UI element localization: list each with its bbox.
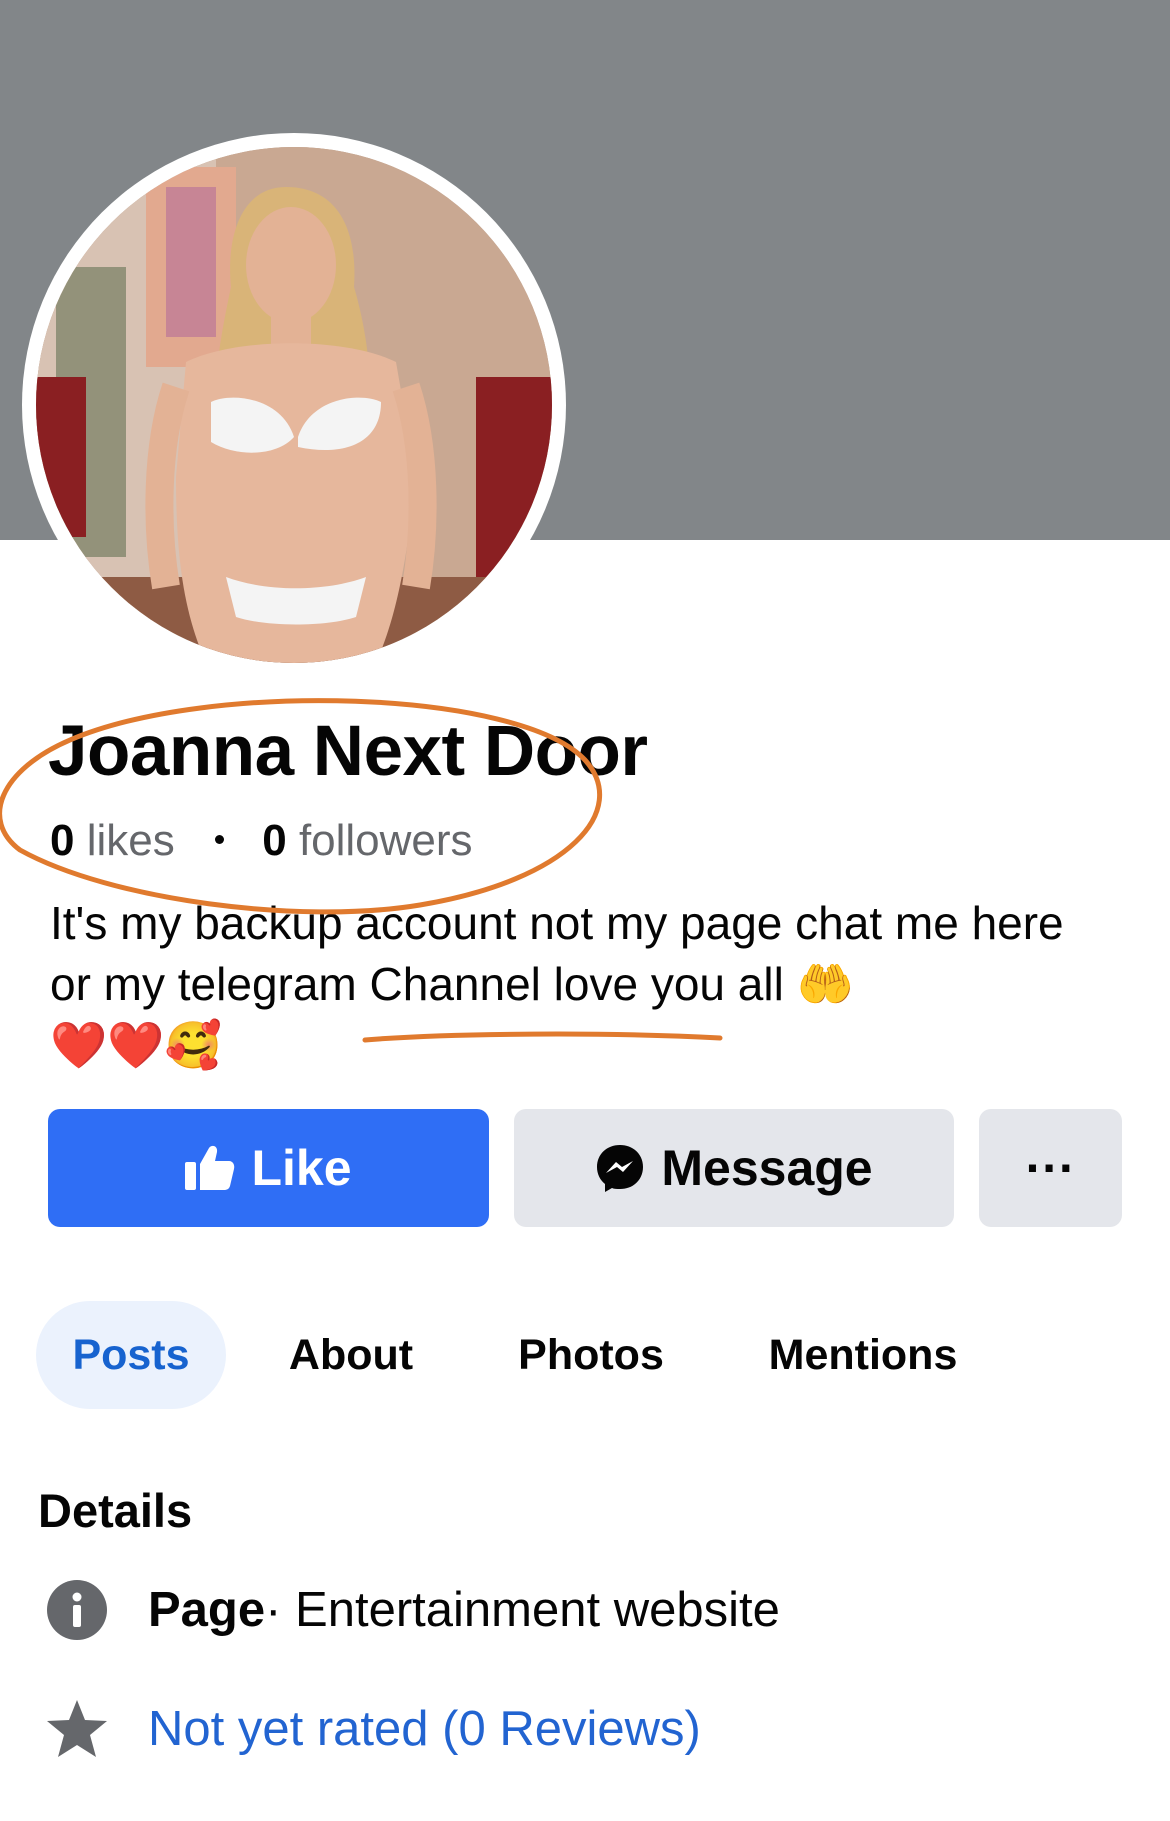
page-bio: It's my backup account not my page chat … xyxy=(50,893,1090,1076)
like-button[interactable]: Like xyxy=(48,1109,489,1227)
bio-text: It's my backup account not my page chat … xyxy=(50,897,1064,1010)
category-type: Page xyxy=(148,1583,266,1637)
followers-count: 0 xyxy=(262,816,287,865)
ellipsis-icon: ··· xyxy=(1025,1140,1076,1196)
message-label: Message xyxy=(661,1140,873,1196)
message-button[interactable]: Message xyxy=(514,1109,954,1227)
messenger-icon xyxy=(595,1143,645,1193)
detail-category: Page · Entertainment website xyxy=(46,1578,780,1642)
page-stats: 0 likes 0 followers xyxy=(50,815,473,867)
page-title: Joanna Next Door xyxy=(48,712,648,791)
likes-count: 0 xyxy=(50,816,75,865)
followers-label[interactable]: followers xyxy=(299,816,473,865)
thumbs-up-icon xyxy=(185,1144,235,1192)
more-options-button[interactable]: ··· xyxy=(979,1109,1122,1227)
category-name: · Entertainment website xyxy=(265,1583,780,1637)
detail-rating[interactable]: Not yet rated (0 Reviews) xyxy=(46,1697,701,1761)
bio-emojis: ❤️❤️🥰 xyxy=(50,1019,222,1071)
profile-photo-illustration xyxy=(36,147,552,663)
profile-picture[interactable] xyxy=(22,133,566,677)
info-icon xyxy=(46,1579,108,1641)
tab-about[interactable]: About xyxy=(266,1301,436,1409)
page-tabs: Posts About Photos Mentions xyxy=(36,1301,1136,1409)
likes-label[interactable]: likes xyxy=(87,816,175,865)
profile-photo xyxy=(36,147,552,663)
tab-photos[interactable]: Photos xyxy=(496,1301,686,1409)
tab-mentions[interactable]: Mentions xyxy=(748,1301,978,1409)
rating-link[interactable]: Not yet rated (0 Reviews) xyxy=(148,1701,701,1757)
like-label: Like xyxy=(251,1140,352,1196)
separator-dot xyxy=(214,834,224,844)
star-icon xyxy=(46,1698,108,1760)
details-heading: Details xyxy=(38,1484,193,1537)
tab-posts[interactable]: Posts xyxy=(36,1301,226,1409)
